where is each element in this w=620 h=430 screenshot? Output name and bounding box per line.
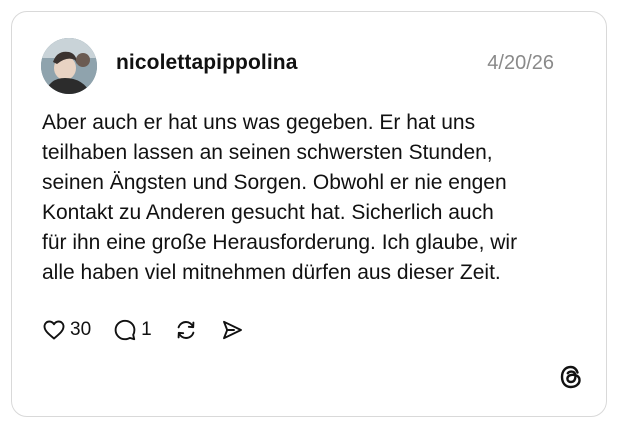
post-text: Aber auch er hat uns was gegeben. Er hat… [42,111,518,284]
speech-bubble-icon [113,318,137,342]
action-bar: 30 1 [42,315,244,345]
like-button[interactable]: 30 [42,318,91,342]
post-date: 4/20/26 [487,52,554,74]
repost-icon [174,318,198,342]
avatar[interactable] [41,38,97,94]
username[interactable]: nicolettapippolina [116,51,297,75]
post-card: nicolettapippolina 4/20/26 Aber auch er … [11,11,607,417]
repost-button[interactable] [174,318,198,342]
like-count: 30 [70,319,92,340]
share-button[interactable] [220,318,244,342]
reply-count: 1 [141,319,152,340]
threads-logo-icon[interactable] [557,363,585,391]
heart-icon [42,318,66,342]
reply-button[interactable]: 1 [113,318,152,342]
send-icon [220,318,244,342]
